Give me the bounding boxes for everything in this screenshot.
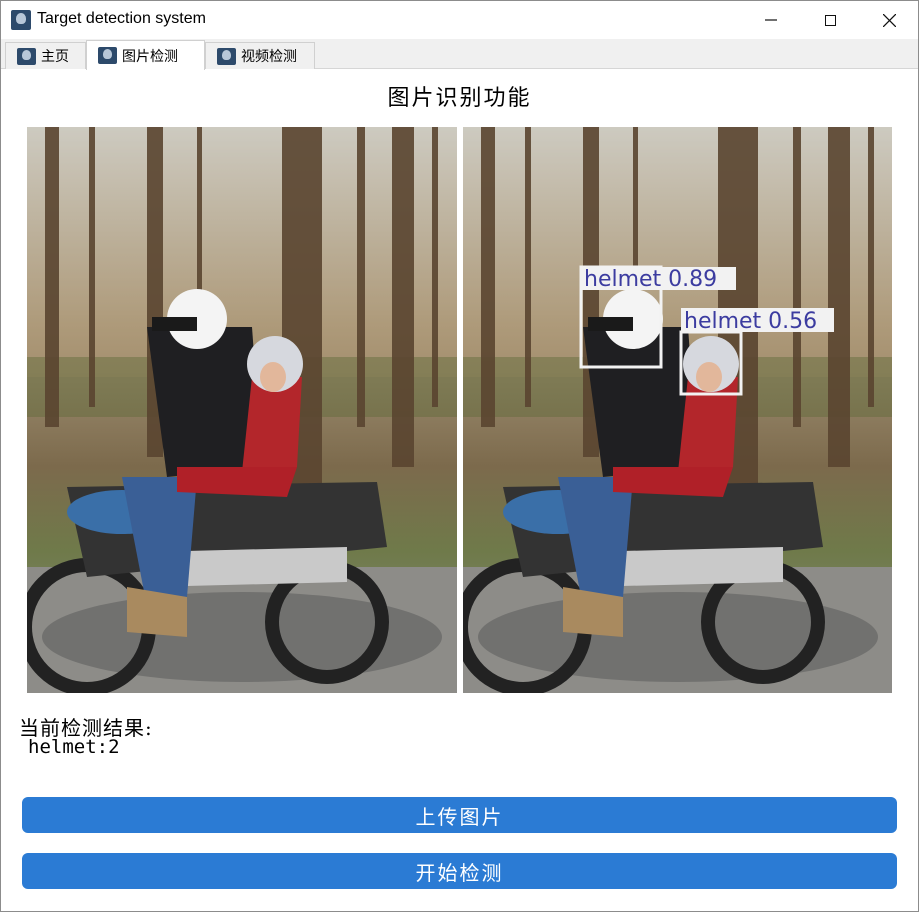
tab-home[interactable]: 主页	[5, 42, 86, 69]
window-title: Target detection system	[37, 10, 206, 27]
original-image	[27, 127, 457, 693]
start-detection-button[interactable]: 开始检测	[22, 853, 897, 889]
tab-label: 图片检测	[122, 48, 178, 65]
tab-label: 视频检测	[241, 49, 297, 65]
close-icon	[882, 13, 896, 27]
tab-video-detection[interactable]: 视频检测	[205, 42, 315, 69]
tab-image-detection[interactable]: 图片检测	[86, 40, 205, 70]
detection-label: helmet 0.56	[684, 309, 817, 334]
app-window: Target detection system 主页 图片检测 视频检测 图片识…	[0, 0, 919, 912]
tab-label: 主页	[41, 49, 69, 65]
tab-bar: 主页 图片检测 视频检测	[1, 39, 918, 70]
minimize-icon	[765, 19, 777, 21]
maximize-icon	[824, 14, 836, 26]
result-text: helmet:2	[28, 736, 120, 758]
title-bar[interactable]: Target detection system	[1, 1, 918, 39]
upload-image-button[interactable]: 上传图片	[22, 797, 897, 833]
minimize-button[interactable]	[742, 1, 800, 39]
page-title: 图片识别功能	[387, 86, 532, 111]
app-icon	[17, 47, 36, 65]
app-icon	[11, 10, 31, 30]
app-icon	[217, 47, 236, 65]
app-icon	[98, 47, 117, 64]
detection-label: helmet 0.89	[584, 267, 717, 292]
close-button[interactable]	[860, 1, 918, 39]
maximize-button[interactable]	[801, 1, 859, 39]
detected-image: helmet 0.89 helmet 0.56	[463, 127, 892, 693]
